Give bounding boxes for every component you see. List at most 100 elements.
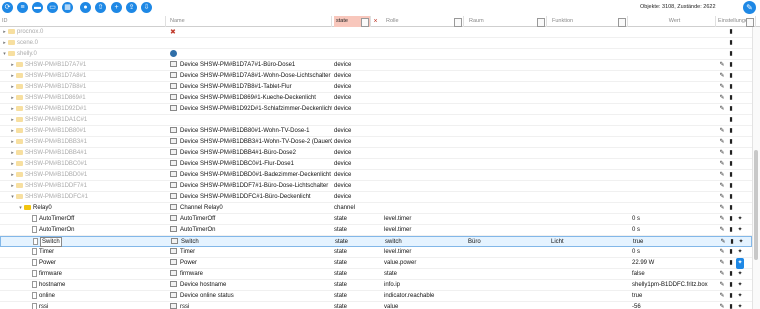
delete-icon[interactable]: ▮ [727, 159, 735, 170]
tree-row[interactable]: ▸ SHSW-PM#B1DBB3#1 Device SHSW-PM#B1DBB3#1… [0, 137, 752, 148]
delete-icon[interactable]: ▮ [727, 60, 735, 71]
delete-icon[interactable]: ▮ [727, 115, 735, 126]
edit-icon[interactable]: ✎ [718, 60, 726, 71]
expand-toggle-open[interactable]: ▾ [10, 192, 15, 203]
object-value[interactable]: 0 s [632, 214, 716, 225]
expand-toggle[interactable]: ▸ [10, 181, 15, 192]
header-id[interactable]: ID [0, 16, 166, 27]
tree-row[interactable]: AutoTimerOff AutoTimerOff state level.timer… [0, 214, 752, 225]
edit-icon[interactable]: ✎ [718, 148, 726, 159]
delete-icon[interactable]: ▮ [727, 291, 735, 302]
header-name[interactable]: Name [168, 16, 332, 27]
export-icon[interactable]: ⇩ [141, 2, 152, 13]
object-value[interactable]: true [632, 291, 716, 302]
wrench-icon[interactable]: ✦ [736, 302, 744, 309]
expand-toggle[interactable]: ▸ [10, 170, 15, 181]
edit-icon[interactable]: ✎ [718, 104, 726, 115]
expand-toggle[interactable]: ▸ [10, 82, 15, 93]
delete-icon[interactable]: ▮ [727, 126, 735, 137]
tree-row[interactable]: ▸ SHSW-PM#B1DBC0#1 Device SHSW-PM#B1DBC0#1… [0, 159, 752, 170]
expand-toggle[interactable]: ▸ [10, 93, 15, 104]
object-value[interactable] [632, 115, 716, 126]
object-value[interactable] [632, 60, 716, 71]
list-icon[interactable]: ≡ [17, 2, 28, 13]
edit-icon[interactable]: ✎ [718, 247, 726, 258]
object-value[interactable]: 0 s [632, 225, 716, 236]
expand-toggle[interactable]: ▸ [10, 148, 15, 159]
tree-row[interactable]: ▸ procnox.0 ✖ ▮ [0, 27, 752, 38]
object-value[interactable]: shelly1pm-B1DDFC.fritz.box [632, 280, 716, 291]
object-value[interactable] [632, 104, 716, 115]
delete-icon[interactable]: ▮ [727, 280, 735, 291]
folder-open-icon[interactable]: ▭ [47, 2, 58, 13]
room-filter-select[interactable]: Raum [467, 16, 547, 27]
tree-row[interactable]: hostname Device hostname state info.ip shell… [0, 280, 752, 291]
expand-toggle[interactable]: ▸ [10, 104, 15, 115]
tree-row[interactable]: ▾ shelly.0 ▮ [0, 49, 752, 60]
folder-icon[interactable]: ▬ [32, 2, 43, 13]
object-value[interactable] [632, 126, 716, 137]
wrench-icon[interactable]: ✎ [743, 1, 756, 14]
expand-toggle[interactable]: ▸ [2, 27, 7, 38]
object-value[interactable]: 22.99 W [632, 258, 716, 269]
delete-icon[interactable]: ▮ [727, 71, 735, 82]
type-filter-select[interactable]: state [334, 16, 371, 27]
table-icon[interactable]: ▦ [62, 2, 73, 13]
tree-row[interactable]: ▸ scene.0 ▮ [0, 38, 752, 49]
tree-row[interactable]: ▸ SHSW-PM#B1D7A8#1 Device SHSW-PM#B1D7A8#1… [0, 71, 752, 82]
tree-row[interactable]: firmware firmware state state false ✎ ▮ ✦ [0, 269, 752, 280]
object-value[interactable] [632, 170, 716, 181]
object-value[interactable] [632, 203, 716, 214]
tree-row[interactable]: ▸ SHSW-PM#B1D7B8#1 Device SHSW-PM#B1D7B8#1… [0, 82, 752, 93]
delete-icon[interactable]: ▮ [727, 192, 735, 203]
edit-icon[interactable]: ✎ [718, 225, 726, 236]
delete-icon[interactable]: ▮ [727, 258, 735, 269]
expand-toggle[interactable]: ▸ [10, 71, 15, 82]
delete-icon[interactable]: ▮ [727, 269, 735, 280]
object-value[interactable] [632, 38, 716, 49]
edit-icon[interactable]: ✎ [718, 93, 726, 104]
delete-icon[interactable]: ▮ [727, 27, 735, 38]
edit-icon[interactable]: ✎ [718, 203, 726, 214]
edit-icon[interactable]: ✎ [718, 280, 726, 291]
edit-icon[interactable]: ✎ [718, 214, 726, 225]
import-icon[interactable]: ⇪ [126, 2, 137, 13]
edit-icon[interactable]: ✎ [718, 82, 726, 93]
tree-row[interactable]: rssi rssi state value -56 ✎ ▮ ✦ [0, 302, 752, 309]
delete-icon[interactable]: ▮ [727, 225, 735, 236]
object-value[interactable] [632, 137, 716, 148]
delete-icon[interactable]: ▮ [727, 137, 735, 148]
expand-toggle-open[interactable]: ▾ [2, 49, 7, 60]
tree-row[interactable]: ▸ SHSW-PM#B1DBD0#1 Device SHSW-PM#B1DBD0#1… [0, 170, 752, 181]
tree-row[interactable]: ▸ SHSW-PM#B1DB80#1 Device SHSW-PM#B1DB80#1… [0, 126, 752, 137]
wrench-icon[interactable]: ✦ [736, 291, 744, 302]
delete-icon[interactable]: ▮ [727, 181, 735, 192]
edit-icon[interactable]: ✎ [718, 159, 726, 170]
wrench-icon[interactable]: ✦ [736, 214, 744, 225]
object-value[interactable] [632, 27, 716, 38]
tree-row[interactable]: Timer Timer state level.timer 0 s ✎ ▮ ✦ [0, 247, 752, 258]
expand-toggle[interactable]: ▸ [10, 159, 15, 170]
tree-row[interactable]: ▾ Relay0 Channel Relay0 channel ✎ ▮ [0, 203, 752, 214]
object-value[interactable] [632, 192, 716, 203]
delete-icon[interactable]: ▮ [727, 302, 735, 309]
object-value[interactable] [632, 181, 716, 192]
delete-icon[interactable]: ▮ [727, 82, 735, 93]
wrench-icon[interactable]: ✦ [736, 225, 744, 236]
object-value[interactable] [632, 49, 716, 60]
tree-row[interactable]: Switch Switch state switch Büro Licht true ✎ ▮ ✦ [0, 236, 752, 247]
settings-filter-select[interactable]: Einstellungen [716, 16, 756, 27]
delete-icon[interactable]: ▮ [727, 170, 735, 181]
edit-icon[interactable]: ✎ [718, 258, 726, 269]
tree-row[interactable]: ▸ SHSW-PM#B1DBB4#1 Device SHSW-PM#B1DBB4#1… [0, 148, 752, 159]
expand-toggle[interactable]: ▸ [10, 60, 15, 71]
tree-row[interactable]: ▸ SHSW-PM#B1D869#1 Device SHSW-PM#B1D869#1… [0, 93, 752, 104]
object-value[interactable]: 0 s [632, 247, 716, 258]
role-filter-select[interactable]: Rolle [384, 16, 464, 27]
edit-icon[interactable]: ✎ [718, 137, 726, 148]
edit-icon[interactable]: ✎ [718, 291, 726, 302]
delete-icon[interactable]: ▮ [727, 49, 735, 60]
upload-icon[interactable]: ⇧ [95, 2, 106, 13]
edit-icon[interactable]: ✎ [718, 126, 726, 137]
expand-toggle-open[interactable]: ▾ [18, 203, 23, 214]
